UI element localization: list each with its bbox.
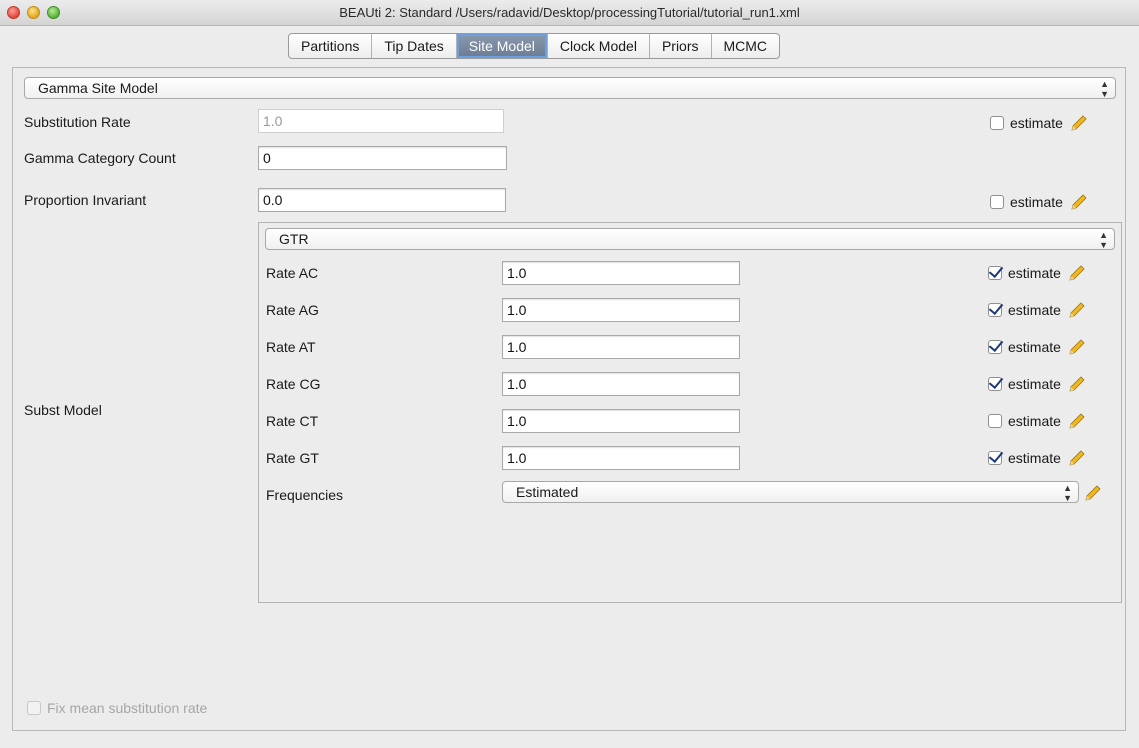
subst-model-select[interactable]: GTR ▲ ▼: [265, 228, 1115, 250]
proportion-invariant-estimate-checkbox[interactable]: [990, 195, 1004, 209]
pencil-icon[interactable]: [1083, 483, 1103, 503]
rate-gt-field[interactable]: 1.0: [502, 446, 740, 470]
proportion-invariant-field[interactable]: 0.0: [258, 188, 506, 212]
tab-mcmc[interactable]: MCMC: [712, 34, 780, 58]
tab-partitions[interactable]: Partitions: [289, 34, 373, 58]
substitution-rate-field: 1.0: [258, 109, 504, 133]
rate-gt-label: Rate GT: [266, 450, 319, 466]
subst-model-label: Subst Model: [24, 402, 102, 418]
frequencies-select[interactable]: Estimated ▲ ▼: [502, 481, 1079, 503]
estimate-label: estimate: [1010, 194, 1063, 210]
estimate-label: estimate: [1008, 265, 1061, 281]
pencil-icon[interactable]: [1069, 192, 1089, 212]
pencil-icon[interactable]: [1067, 448, 1087, 468]
tab-priors[interactable]: Priors: [650, 34, 712, 58]
rate-cg-estimate-checkbox[interactable]: [988, 377, 1002, 391]
rate-at-label: Rate AT: [266, 339, 316, 355]
rate-gt-estimate[interactable]: estimate: [988, 448, 1087, 468]
estimate-label: estimate: [1008, 339, 1061, 355]
rate-ac-label: Rate AC: [266, 265, 319, 281]
pencil-icon[interactable]: [1069, 113, 1089, 133]
subst-model-panel: GTR ▲ ▼ Rate AC 1.0 estimate Rate AG 1.0 …: [258, 222, 1122, 603]
rate-cg-label: Rate CG: [266, 376, 321, 392]
site-model-panel: Gamma Site Model ▲ ▼ Substitution Rate 1.…: [12, 67, 1126, 731]
fix-mean-substitution-rate: Fix mean substitution rate: [27, 700, 207, 716]
rate-cg-estimate[interactable]: estimate: [988, 374, 1087, 394]
rate-ag-field[interactable]: 1.0: [502, 298, 740, 322]
rate-at-field[interactable]: 1.0: [502, 335, 740, 359]
tab-bar: Partitions Tip Dates Site Model Clock Mo…: [288, 33, 781, 59]
pencil-icon[interactable]: [1067, 337, 1087, 357]
site-model-select[interactable]: Gamma Site Model ▲ ▼: [24, 77, 1116, 99]
rate-at-estimate[interactable]: estimate: [988, 337, 1087, 357]
tab-site-model[interactable]: Site Model: [456, 34, 548, 58]
pencil-icon[interactable]: [1067, 411, 1087, 431]
pencil-icon[interactable]: [1067, 374, 1087, 394]
estimate-label: estimate: [1008, 376, 1061, 392]
rate-ag-estimate[interactable]: estimate: [988, 300, 1087, 320]
updown-arrows-icon: ▲ ▼: [1100, 79, 1109, 99]
proportion-invariant-estimate[interactable]: estimate: [990, 192, 1089, 212]
rate-ac-field[interactable]: 1.0: [502, 261, 740, 285]
rate-ac-estimate-checkbox[interactable]: [988, 266, 1002, 280]
estimate-label: estimate: [1010, 115, 1063, 131]
rate-ct-estimate[interactable]: estimate: [988, 411, 1087, 431]
rate-ac-estimate[interactable]: estimate: [988, 263, 1087, 283]
estimate-label: estimate: [1008, 413, 1061, 429]
substitution-rate-estimate-checkbox[interactable]: [990, 116, 1004, 130]
pencil-icon[interactable]: [1067, 300, 1087, 320]
rate-ct-field[interactable]: 1.0: [502, 409, 740, 433]
subst-model-select-value: GTR: [279, 231, 309, 247]
estimate-label: estimate: [1008, 302, 1061, 318]
substitution-rate-estimate[interactable]: estimate: [990, 113, 1089, 133]
substitution-rate-label: Substitution Rate: [24, 114, 131, 130]
tab-tip-dates[interactable]: Tip Dates: [372, 34, 457, 58]
rate-ct-label: Rate CT: [266, 413, 319, 429]
rate-at-estimate-checkbox[interactable]: [988, 340, 1002, 354]
site-model-select-value: Gamma Site Model: [38, 80, 158, 96]
frequencies-label: Frequencies: [266, 487, 344, 503]
estimate-label: estimate: [1008, 450, 1061, 466]
fix-mean-substitution-rate-label: Fix mean substitution rate: [47, 700, 208, 716]
gamma-category-count-field[interactable]: 0: [258, 146, 507, 170]
beauti-window: BEAUti 2: Standard /Users/radavid/Deskto…: [0, 0, 1139, 748]
rate-ag-estimate-checkbox[interactable]: [988, 303, 1002, 317]
fix-mean-substitution-rate-checkbox: [27, 701, 41, 715]
rate-ag-label: Rate AG: [266, 302, 319, 318]
updown-arrows-icon: ▲ ▼: [1063, 483, 1072, 503]
proportion-invariant-label: Proportion Invariant: [24, 192, 147, 208]
title-bar: BEAUti 2: Standard /Users/radavid/Deskto…: [0, 0, 1139, 26]
gamma-category-count-label: Gamma Category Count: [24, 150, 176, 166]
updown-arrows-icon: ▲ ▼: [1099, 230, 1108, 250]
tab-clock-model[interactable]: Clock Model: [548, 34, 650, 58]
rate-ct-estimate-checkbox[interactable]: [988, 414, 1002, 428]
rate-gt-estimate-checkbox[interactable]: [988, 451, 1002, 465]
window-title: BEAUti 2: Standard /Users/radavid/Deskto…: [339, 5, 800, 20]
rate-cg-field[interactable]: 1.0: [502, 372, 740, 396]
frequencies-select-value: Estimated: [516, 484, 579, 500]
pencil-icon[interactable]: [1067, 263, 1087, 283]
